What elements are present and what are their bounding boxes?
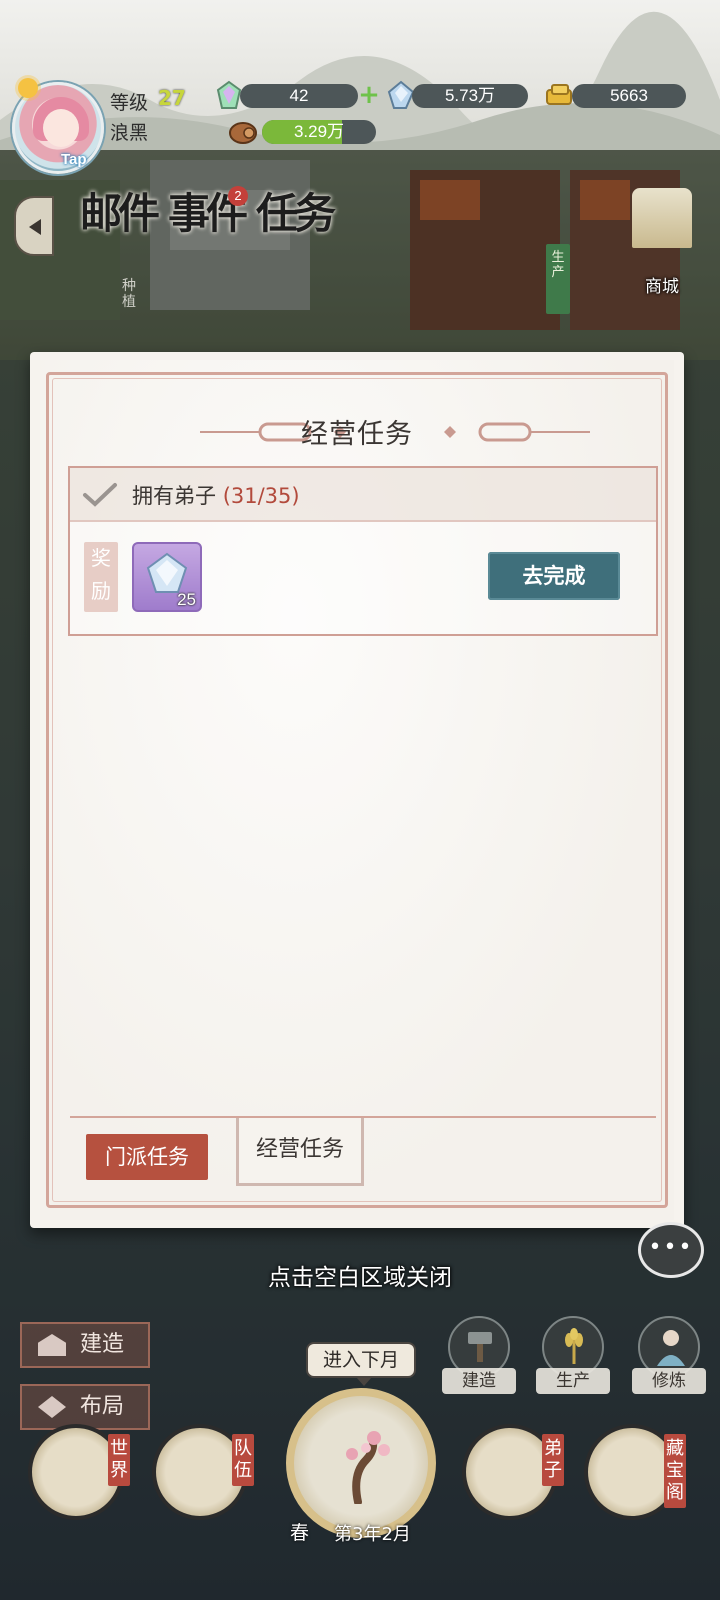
chat-button[interactable]: ••• — [638, 1222, 704, 1278]
team-button[interactable]: 队伍 — [152, 1424, 254, 1524]
avatar-face — [43, 109, 79, 147]
task-panel: 经营任务 拥有弟子 (31/35) 奖励 25 去完成 门派任务 经营任务 — [30, 352, 684, 1228]
build-label: 建造 — [442, 1368, 516, 1394]
collapse-menu-button[interactable] — [14, 196, 54, 256]
shop-building-icon — [632, 188, 692, 248]
disciples-label: 弟子 — [542, 1434, 564, 1486]
wheat-icon — [565, 1328, 583, 1364]
level-value: 27 — [158, 86, 186, 110]
events-badge: 2 — [228, 186, 248, 206]
task-progress: (31/35) — [222, 484, 300, 508]
add-spirit-stone-button[interactable]: + — [358, 82, 380, 108]
tab-sect-tasks[interactable]: 门派任务 — [86, 1134, 208, 1180]
task-card: 拥有弟子 (31/35) 奖励 25 去完成 — [68, 466, 658, 636]
chat-icon: ••• — [648, 1235, 694, 1260]
meditating-figure-icon — [657, 1330, 685, 1366]
tasks-label: 任务 — [255, 189, 336, 238]
reward-item[interactable]: 25 — [132, 542, 202, 612]
hammer-icon — [468, 1332, 492, 1362]
level-label: 等级 — [110, 92, 149, 114]
build-side-label: 建造 — [80, 1332, 125, 1357]
season-dial[interactable] — [286, 1388, 436, 1538]
mail-label: 邮件 — [79, 189, 160, 238]
title-right-ornament — [444, 422, 590, 442]
sun-icon — [18, 78, 38, 98]
plum-tree-icon — [346, 1431, 390, 1504]
treasury-button[interactable]: 藏宝阁 — [584, 1424, 686, 1524]
tap-label: Tap — [61, 151, 87, 168]
plant-sign: 种植 — [122, 278, 136, 310]
team-label: 队伍 — [232, 1434, 254, 1486]
house-icon — [38, 1334, 66, 1356]
produce-sign: 生产 — [546, 244, 570, 314]
wood-bar: 3.29万 — [262, 120, 376, 144]
tab-business-tasks[interactable]: 经营任务 — [236, 1118, 364, 1186]
task-header: 拥有弟子 (31/35) — [70, 468, 656, 522]
shop-button[interactable]: 商城 — [622, 188, 702, 298]
crystal-amount: 5.73万 — [412, 84, 528, 108]
go-complete-button[interactable]: 去完成 — [488, 552, 620, 600]
wood-icon — [229, 122, 257, 144]
date-label: 第3年2月 — [334, 1524, 411, 1545]
cultivate-label: 修炼 — [632, 1368, 706, 1394]
mail-button[interactable]: 邮件 — [76, 180, 160, 250]
layout-side-label: 布局 — [80, 1394, 125, 1419]
treasury-label: 藏宝阁 — [664, 1434, 686, 1508]
reward-count: 25 — [177, 590, 196, 609]
layout-icon — [38, 1396, 66, 1418]
build-side-button[interactable]: 建造 — [20, 1322, 150, 1368]
top-status-bar: Tap 等级 27 浪黑 42 + 5.73万 5663 3.29万 — [0, 72, 720, 174]
world-label: 世界 — [108, 1434, 130, 1486]
task-name: 拥有弟子 (31/35) — [132, 480, 300, 510]
gold-amount: 5663 — [572, 84, 686, 108]
next-month-button[interactable]: 进入下月 — [306, 1342, 416, 1386]
shop-label: 商城 — [645, 277, 679, 297]
world-button[interactable]: 世界 — [28, 1424, 130, 1524]
tasks-button[interactable]: 任务 — [252, 180, 336, 250]
close-hint: 点击空白区域关闭 — [268, 1265, 452, 1291]
reward-tag: 奖励 — [84, 542, 118, 612]
task-name-text: 拥有弟子 — [132, 484, 216, 508]
wood-amount: 3.29万 — [293, 122, 345, 141]
gold-icon — [546, 84, 572, 105]
check-icon — [83, 483, 117, 507]
produce-label: 生产 — [536, 1368, 610, 1394]
spirit-stone-amount: 42 — [240, 84, 358, 108]
season-label: 春 — [290, 1522, 310, 1544]
player-name: 浪黑 — [110, 122, 149, 144]
disciples-button[interactable]: 弟子 — [462, 1424, 564, 1524]
